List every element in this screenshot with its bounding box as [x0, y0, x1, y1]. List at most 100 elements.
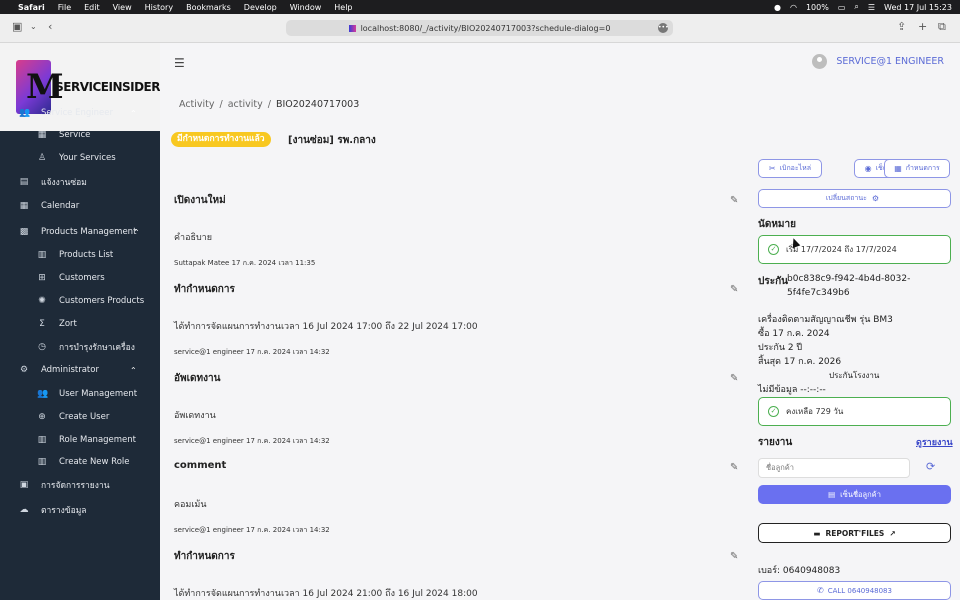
- hamburger-icon[interactable]: ☰: [174, 56, 185, 70]
- edit-icon[interactable]: ✎: [730, 462, 738, 473]
- sidebar-item-label: การจัดการรายงาน: [41, 481, 110, 491]
- timeline-entry-title: comment: [174, 460, 227, 471]
- sidebar-item[interactable]: 👥 User Management: [0, 384, 160, 404]
- menu-edit[interactable]: Edit: [84, 3, 100, 12]
- sidebar-item[interactable]: ✺ Customers Products: [0, 291, 160, 311]
- edit-icon[interactable]: ✎: [730, 373, 738, 384]
- sign-customer-button[interactable]: ▤ เซ็นชื่อลูกค้า: [758, 485, 951, 504]
- sidebar-item[interactable]: ☁ ตารางข้อมูล: [0, 500, 160, 520]
- sidebar-item-label: Zort: [59, 319, 77, 329]
- job-title: [งานซ่อม] รพ.กลาง: [288, 135, 376, 146]
- building-icon: ▥: [37, 457, 47, 467]
- menu-develop[interactable]: Develop: [244, 3, 277, 12]
- location-pin-icon: ◉: [864, 164, 872, 173]
- more-icon[interactable]: •••: [658, 23, 669, 33]
- breadcrumb-activity-list[interactable]: activity: [228, 99, 263, 110]
- warranty-id-line2: 5f4fe7c349b6: [787, 288, 850, 298]
- sidebar-item-label: Customers Products: [59, 296, 145, 306]
- menu-file[interactable]: File: [58, 3, 71, 12]
- menu-bookmarks[interactable]: Bookmarks: [186, 3, 231, 12]
- chevron-down-icon[interactable]: ⌄: [30, 22, 37, 31]
- macos-menubar: Safari File Edit View History Bookmarks …: [0, 0, 960, 14]
- call-button[interactable]: ✆ CALL 0640948083: [758, 581, 951, 600]
- person-walk-icon: ♙: [37, 153, 47, 163]
- timeline-entry-body: ได้ทำการจัดแผนการทำงานเวลา 16 Jul 2024 2…: [174, 589, 478, 599]
- menu-view[interactable]: View: [113, 3, 132, 12]
- menu-window[interactable]: Window: [290, 3, 322, 12]
- search-icon[interactable]: ⌕: [854, 2, 858, 12]
- refresh-icon[interactable]: ⟳: [926, 460, 935, 473]
- boxes-icon: ▩: [19, 227, 29, 237]
- breadcrumb-current: BIO20240717003: [275, 99, 360, 110]
- remaining-days-box: ✓ คงเหลือ 729 วัน: [758, 397, 951, 426]
- sidebar-item[interactable]: ▦ Calendar: [0, 196, 160, 216]
- share-icon[interactable]: ⇪: [897, 20, 906, 33]
- chevron-up-icon[interactable]: ⌃: [133, 228, 140, 237]
- appointment-box: ✓ เริ่ม 17/7/2024 ถึง 17/7/2024: [758, 235, 951, 264]
- battery-icon[interactable]: ▭: [838, 3, 846, 12]
- sidebar-item[interactable]: ♙ Your Services: [0, 148, 160, 168]
- timeline-entry-body: ได้ทำการจัดแผนการทำงานเวลา 16 Jul 2024 1…: [174, 322, 478, 332]
- view-report-link[interactable]: ดูรายงาน: [916, 435, 953, 449]
- sidebar-item[interactable]: ▩ Products Management ⌃: [0, 222, 160, 242]
- browser-toolbar: ▣ ⌄ ‹ localhost:8080/_/activity/BIO20240…: [0, 14, 960, 43]
- menu-help[interactable]: Help: [334, 3, 352, 12]
- control-center-icon[interactable]: ☰: [868, 3, 875, 12]
- external-link-icon: ↗: [889, 528, 896, 538]
- report-files-button[interactable]: ▬ REPORT'FILES ↗: [758, 523, 951, 543]
- back-icon[interactable]: ‹: [48, 20, 52, 33]
- new-tab-icon[interactable]: +: [918, 20, 927, 33]
- change-status-button[interactable]: เปลี่ยนสถานะ ⚙: [758, 189, 951, 208]
- sidebar-item[interactable]: ▤ แจ้งงานซ่อม: [0, 172, 160, 192]
- sidebar-item-label: ตารางข้อมูล: [41, 506, 87, 516]
- timeline-entry-meta: Suttapak Matee 17 ก.ค. 2024 เวลา 11:35: [174, 259, 316, 267]
- logo-text: SERVICEINSIDER: [55, 80, 160, 94]
- sidebar-item[interactable]: ▦ Service: [0, 125, 160, 145]
- timeline-entry-body: อัพเดทงาน: [174, 411, 216, 421]
- sidebar-item[interactable]: ▥ Create New Role: [0, 452, 160, 472]
- edit-icon[interactable]: ✎: [730, 284, 738, 295]
- sidebar-item[interactable]: ⊞ Customers: [0, 268, 160, 288]
- sidebar-toggle-icon[interactable]: ▣: [12, 20, 22, 33]
- tab-overview-icon[interactable]: ⧉: [938, 20, 946, 34]
- sidebar-item[interactable]: 👥 Service Engineer ⌃: [0, 103, 160, 123]
- schedule-button[interactable]: ▦ กำหนดการ: [884, 159, 950, 178]
- record-icon[interactable]: ●: [774, 3, 781, 12]
- dashboard-icon: ▦: [37, 130, 47, 140]
- battery-text: 100%: [805, 2, 829, 12]
- sidebar-item[interactable]: ▣ การจัดการรายงาน: [0, 475, 160, 495]
- chevron-up-icon[interactable]: ⌃: [130, 109, 137, 118]
- sidebar-item[interactable]: Σ Zort: [0, 314, 160, 334]
- user-name: SERVICE@1 ENGINEER: [836, 56, 944, 67]
- user-menu[interactable]: SERVICE@1 ENGINEER: [812, 54, 944, 69]
- parts-request-button[interactable]: ✂ เบิกอะไหล่: [758, 159, 822, 178]
- warranty-id-line1: b0c838c9-f942-4b4d-8032-: [787, 274, 911, 284]
- folder-icon: ▬: [813, 528, 821, 538]
- edit-icon[interactable]: ✎: [730, 551, 738, 562]
- radiation-icon: ✺: [38, 296, 46, 306]
- appointment-title: นัดหมาย: [758, 219, 796, 230]
- timeline-entry-title: ทำกำหนดการ: [174, 551, 235, 562]
- sidebar-item[interactable]: ▥ Products List: [0, 245, 160, 265]
- timeline-entry-meta: service@1 engineer 17 ก.ค. 2024 เวลา 14:…: [174, 526, 330, 534]
- phone-icon: ✆: [817, 586, 824, 595]
- report-files-label: REPORT'FILES: [825, 528, 885, 538]
- sidebar-item[interactable]: ⚙ Administrator ⌃: [0, 360, 160, 380]
- clock-text[interactable]: Wed 17 Jul 15:23: [884, 3, 952, 12]
- sidebar-item[interactable]: ◷ การบำรุงรักษาเครื่อง: [0, 337, 160, 357]
- breadcrumb-activity[interactable]: Activity: [179, 99, 215, 110]
- sidebar-item[interactable]: ⊕ Create User: [0, 407, 160, 427]
- chevron-up-icon[interactable]: ⌃: [130, 366, 137, 375]
- customer-name-input[interactable]: ชื่อลูกค้า: [758, 458, 910, 478]
- site-favicon: [348, 24, 356, 32]
- sidebar-item[interactable]: ▥ Role Management: [0, 430, 160, 450]
- edit-icon[interactable]: ✎: [730, 195, 738, 206]
- change-status-label: เปลี่ยนสถานะ: [825, 194, 867, 202]
- sidebar-item-label: User Management: [59, 389, 138, 399]
- url-bar[interactable]: localhost:8080/_/activity/BIO20240717003…: [286, 20, 673, 36]
- sidebar-item-label: Service Engineer: [41, 108, 113, 118]
- menu-history[interactable]: History: [145, 3, 173, 12]
- wifi-icon[interactable]: ◠: [790, 3, 797, 12]
- sidebar-item-label: แจ้งงานซ่อม: [41, 178, 87, 188]
- menu-safari[interactable]: Safari: [18, 3, 45, 12]
